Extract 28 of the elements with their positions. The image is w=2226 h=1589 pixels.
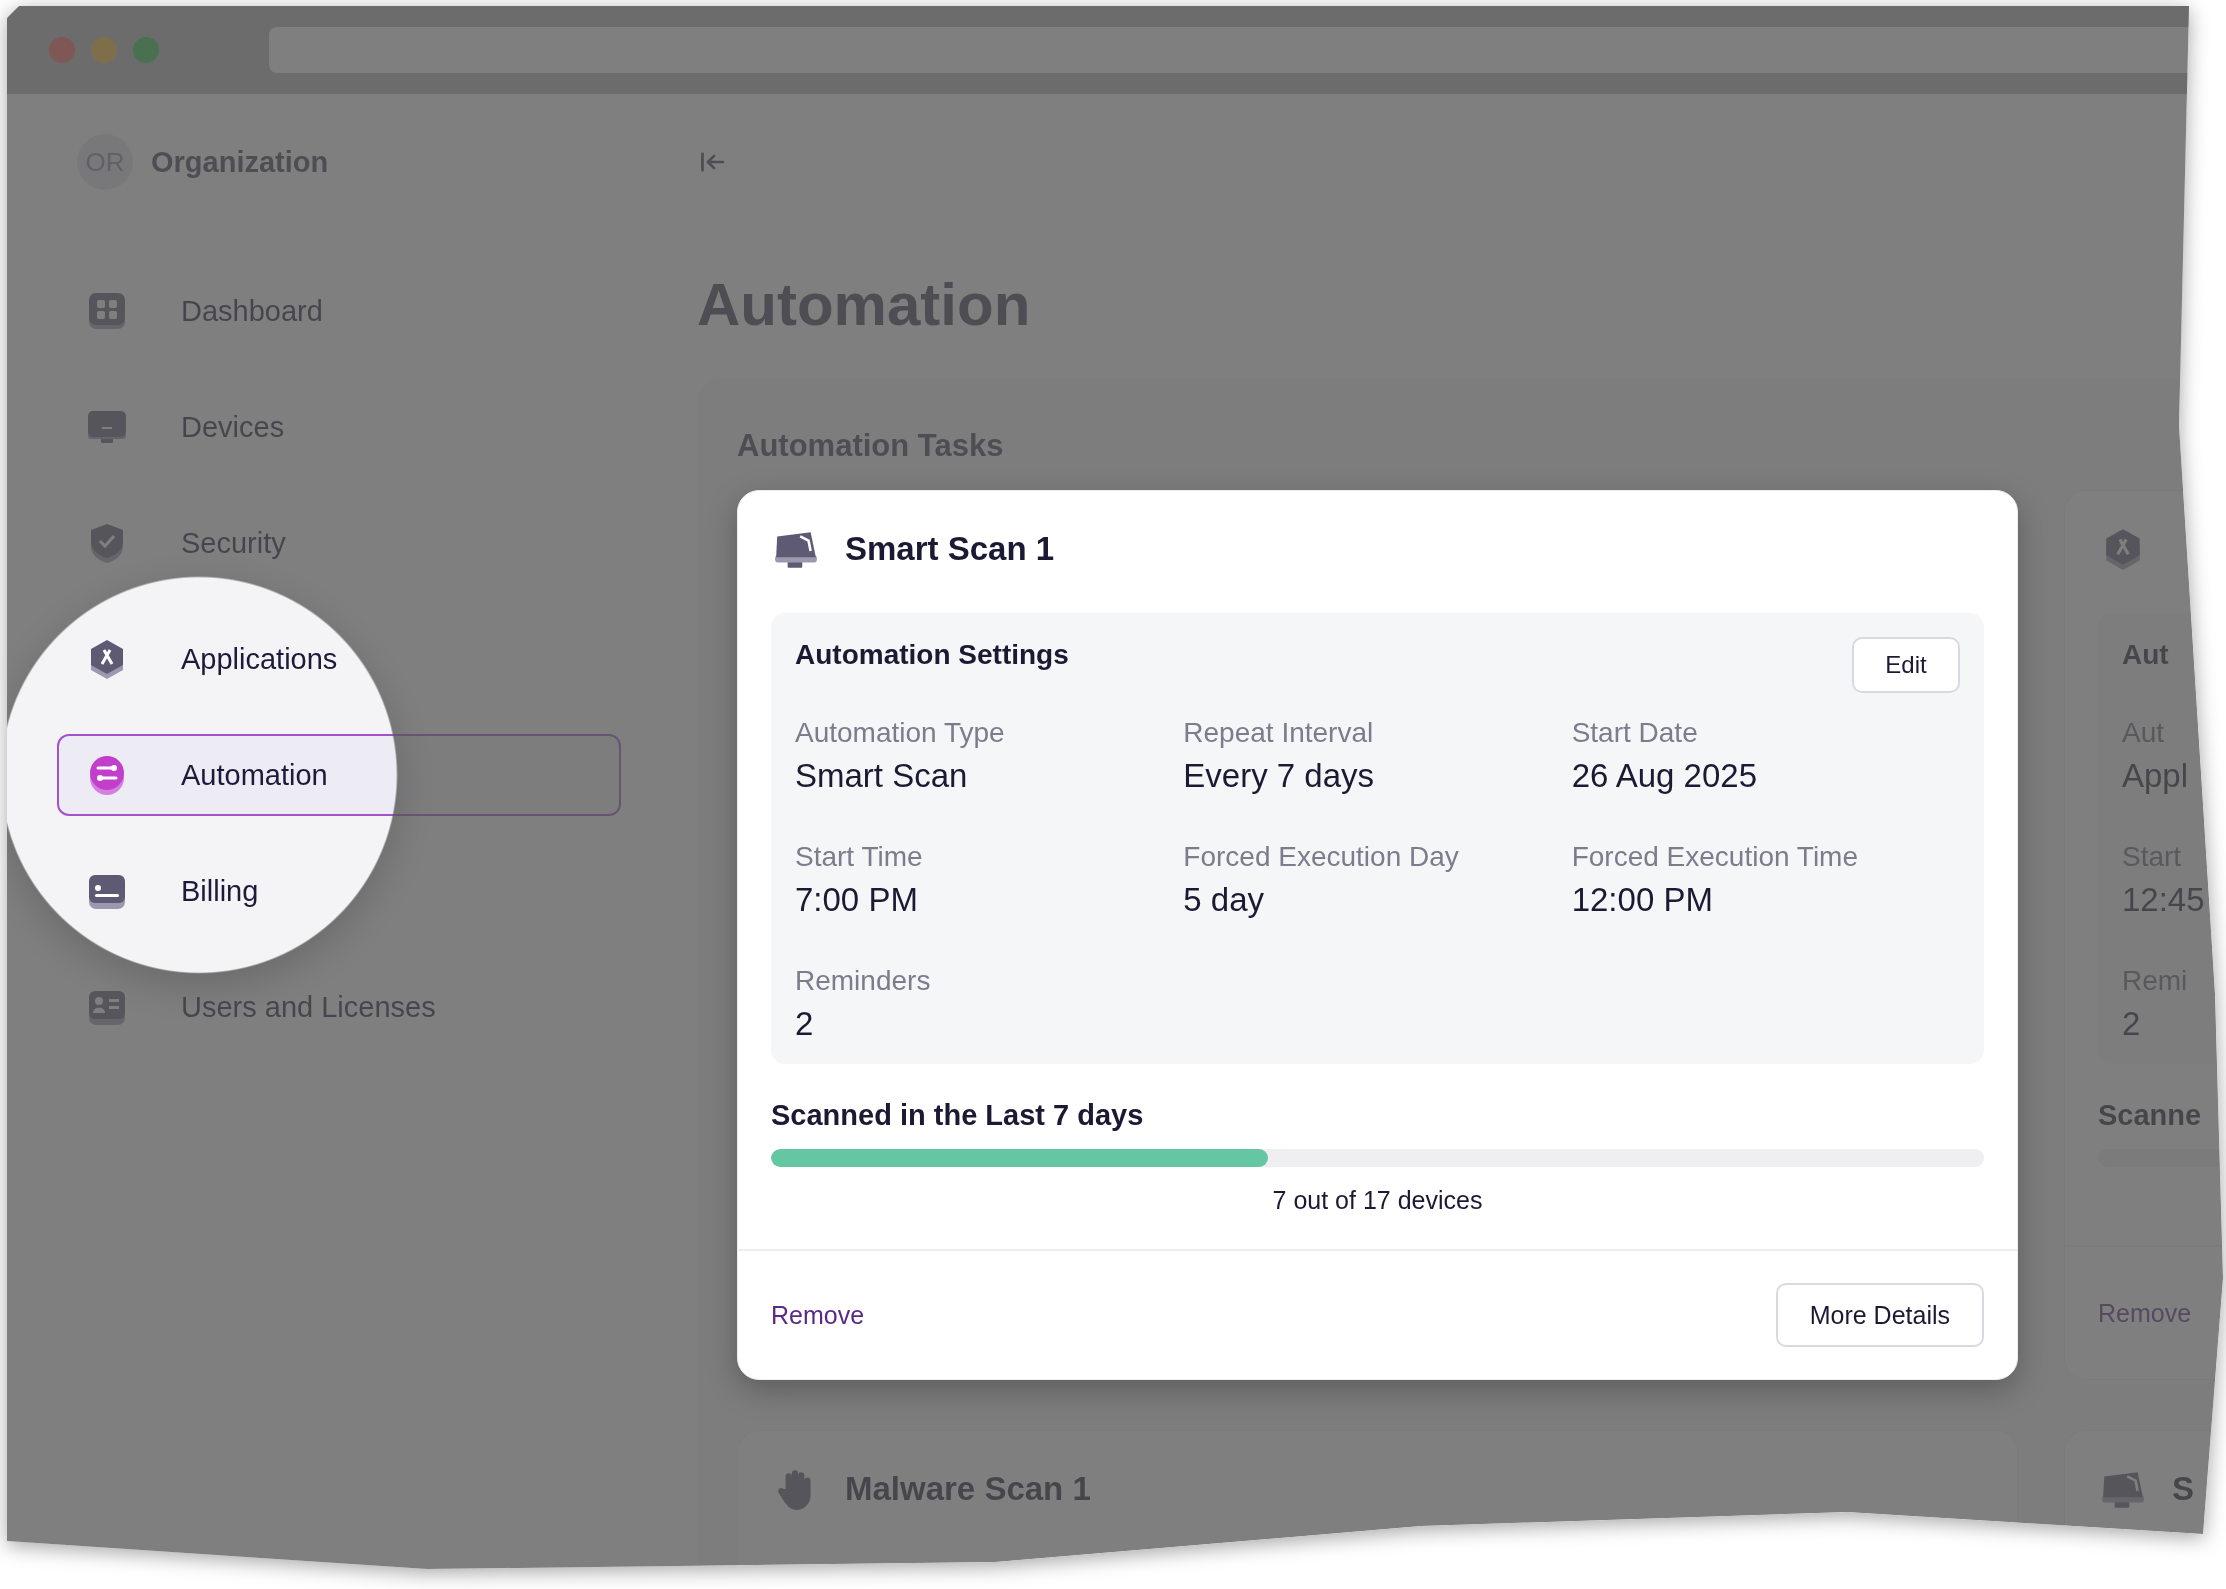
progress-label: Scanne: [2098, 1098, 2203, 1132]
edit-button[interactable]: Edit: [1852, 637, 1960, 693]
field-label: Forced Execution Day: [1183, 840, 1460, 874]
progress-label: Scanned in the Last 7 days: [771, 1098, 1145, 1132]
field-label: Start Date: [1571, 716, 1699, 750]
remove-link[interactable]: Remove: [771, 1300, 865, 1330]
field-value: Every 7 days: [1183, 756, 1376, 796]
field-label: Reminders: [795, 964, 932, 998]
field-value: 5 day: [1183, 880, 1266, 920]
field-label: Automation Type: [795, 716, 1006, 750]
field-value: 12:00 PM: [1571, 880, 1714, 920]
field-value: 26 Aug 2025: [1571, 756, 1758, 796]
field-value: 12:45: [2122, 880, 2206, 920]
settings-title: Automation Settings: [795, 639, 1069, 671]
field-label: Start Time: [795, 840, 924, 874]
card-title: Smart Scan 1: [845, 530, 1055, 568]
field-value: Appl: [2122, 756, 2190, 796]
progress-reading: 7 out of 17 devices: [1271, 1185, 1484, 1215]
field-label: Repeat Interval: [1183, 716, 1375, 750]
card-title: Malware Scan 1: [845, 1470, 1091, 1508]
field-value: 7:00 PM: [795, 880, 919, 920]
card-title: S: [2172, 1470, 2194, 1508]
more-details-button[interactable]: More Details: [1775, 1283, 1984, 1347]
field-label: Forced Execution Time: [1571, 840, 1859, 874]
settings-title: Aut: [2122, 639, 2169, 671]
field-value: Smart Scan: [795, 756, 969, 796]
field-value: 2: [2122, 1004, 2142, 1044]
field-value: 2: [795, 1004, 815, 1044]
